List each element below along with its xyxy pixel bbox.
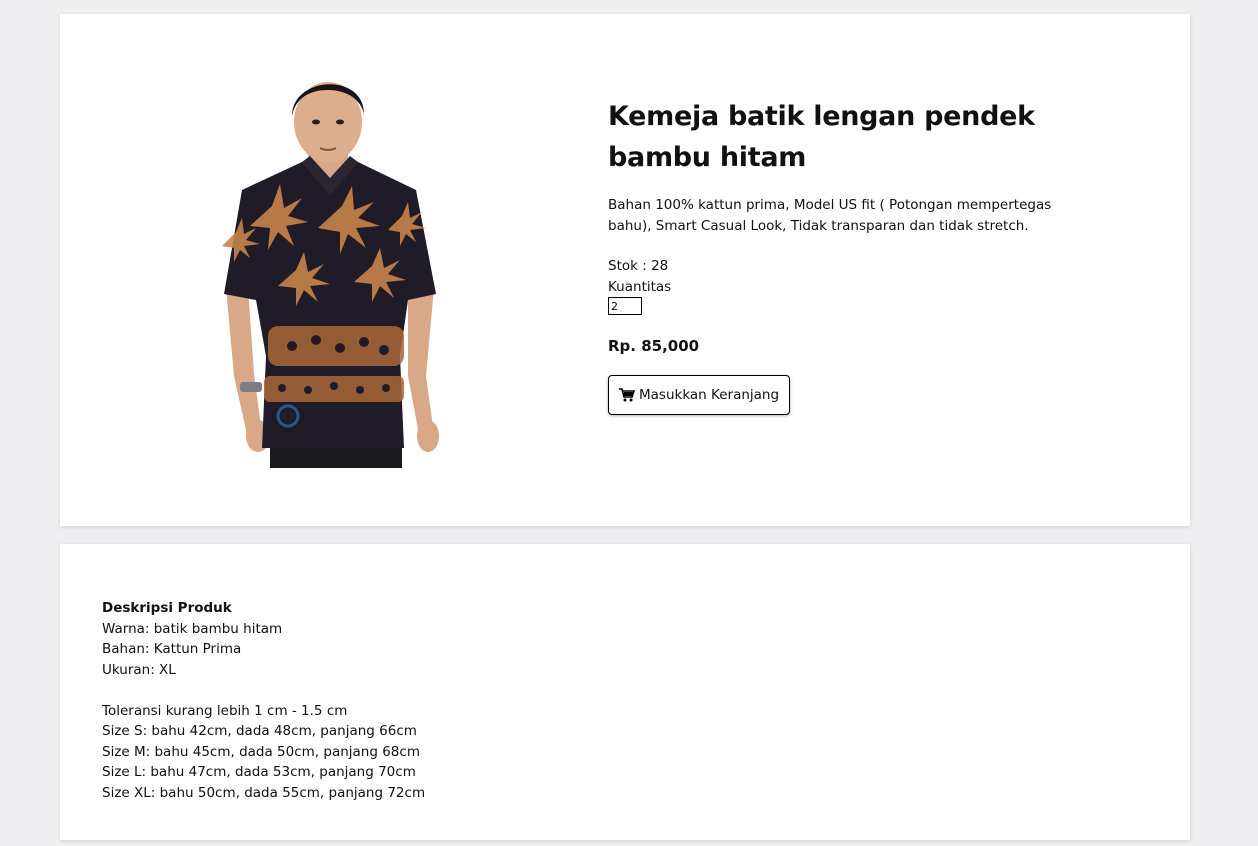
size-line: Size M: bahu 45cm, dada 50cm, panjang 68… <box>102 743 420 760</box>
product-price: Rp. 85,000 <box>608 337 700 355</box>
product-description: Deskripsi Produk Warna: batik bambu hita… <box>102 598 702 803</box>
add-to-cart-button[interactable]: Masukkan Keranjang <box>608 375 791 415</box>
product-image <box>222 82 439 468</box>
description-card: Deskripsi Produk Warna: batik bambu hita… <box>60 544 1190 840</box>
cart-icon <box>619 388 635 402</box>
quantity-input[interactable] <box>608 297 642 315</box>
description-line: Ukuran: XL <box>102 661 176 678</box>
product-info: Kemeja batik lengan pendek bambu hitam B… <box>608 96 1078 415</box>
description-line: Warna: batik bambu hitam <box>102 620 283 637</box>
size-line: Size L: bahu 47cm, dada 53cm, panjang 70… <box>102 764 416 780</box>
stock-text: Stok : 28 <box>608 258 669 274</box>
product-card: Kemeja batik lengan pendek bambu hitam B… <box>60 14 1190 526</box>
quantity-label: Kuantitas <box>608 278 672 295</box>
description-line: Bahan: Kattun Prima <box>102 641 242 657</box>
size-line: Size XL: bahu 50cm, dada 55cm, panjang 7… <box>102 784 426 801</box>
product-short-description: Bahan 100% kattun prima, Model US fit ( … <box>608 197 1052 234</box>
description-heading: Deskripsi Produk <box>102 600 232 616</box>
size-line: Size S: bahu 42cm, dada 48cm, panjang 66… <box>102 723 417 739</box>
size-line: Toleransi kurang lebih 1 cm - 1.5 cm <box>102 702 348 719</box>
product-title: Kemeja batik lengan pendek bambu hitam <box>608 101 1035 173</box>
add-to-cart-label: Masukkan Keranjang <box>639 387 780 403</box>
